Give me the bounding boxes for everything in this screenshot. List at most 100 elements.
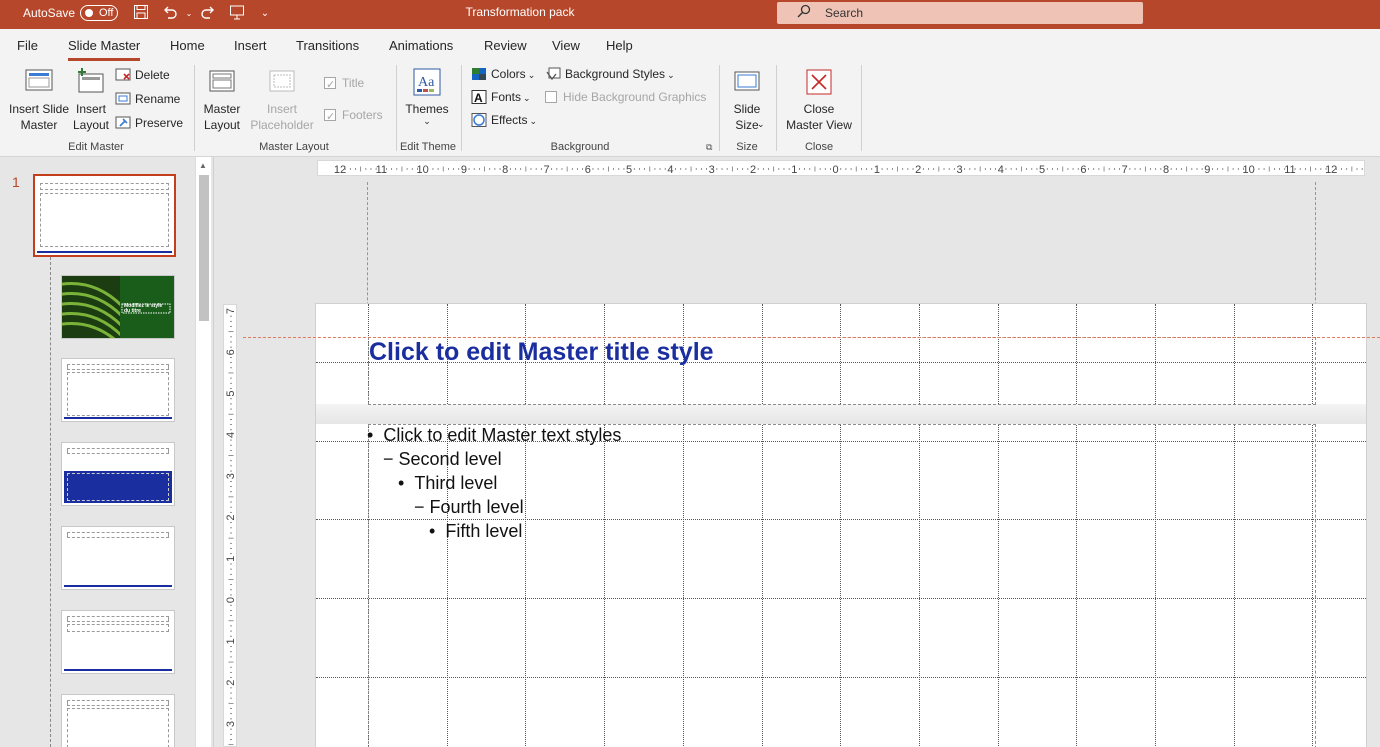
master-layout-button[interactable]: Master Layout (202, 67, 242, 133)
slide-canvas[interactable]: Click to edit Master title style • Click… (315, 303, 1367, 747)
body-placeholder[interactable]: • Click to edit Master text styles − Sec… (367, 424, 1316, 747)
thumbnail-title-box (67, 364, 169, 370)
body-level-2[interactable]: − Second level (383, 449, 502, 470)
title-checkbox-box (324, 75, 336, 95)
group-separator (461, 65, 462, 151)
fonts-button[interactable]: A Fonts ⌄ (471, 87, 531, 107)
scroll-up-icon[interactable]: ▲ (199, 161, 207, 170)
redo-icon[interactable] (198, 4, 218, 24)
thumbnail-slide-master[interactable] (33, 174, 176, 257)
thumbnail-layout-7[interactable] (61, 694, 175, 747)
title-placeholder-text[interactable]: Click to edit Master title style (369, 338, 714, 367)
chevron-down-icon: ⌄ (527, 70, 536, 80)
ruler-label: 7 (543, 164, 549, 176)
dialog-launcher-icon[interactable]: ⧉ (706, 142, 712, 153)
chevron-down-icon: ⌄ (523, 93, 531, 103)
undo-dropdown-icon[interactable]: ⌄ (179, 4, 199, 24)
autosave-toggle[interactable]: Off (80, 5, 118, 21)
body-level-1[interactable]: • Click to edit Master text styles (367, 425, 621, 446)
ribbon-tabs: File Slide Master Home Insert Transition… (0, 29, 1380, 61)
title-placeholder[interactable]: Click to edit Master title style (368, 337, 1316, 405)
effects-button[interactable]: Effects ⌄ (471, 110, 537, 130)
title-divider-band (316, 404, 1366, 424)
colors-icon (471, 67, 487, 81)
rename-button[interactable]: Rename (115, 89, 180, 109)
effects-label: Effects (491, 113, 528, 127)
footers-checkbox-box (324, 107, 336, 127)
close-icon (804, 67, 834, 97)
tab-review[interactable]: Review (484, 38, 527, 53)
thumbnail-footer-bar (37, 251, 172, 253)
tab-view[interactable]: View (552, 38, 580, 53)
master-layout-icon (207, 67, 237, 97)
ruler-label: 10 (1242, 164, 1254, 176)
thumbnail-title-box (40, 183, 169, 190)
thumbnails-scrollbar[interactable]: ▲ (195, 157, 211, 747)
group-separator (719, 65, 720, 151)
body-level-3[interactable]: • Third level (398, 473, 497, 494)
chevron-down-icon: ⌄ (529, 116, 538, 126)
footers-checkbox[interactable]: Footers (324, 105, 383, 127)
thumbnail-body-box (67, 473, 169, 501)
body-level-1-text: Click to edit Master text styles (383, 425, 622, 445)
body-level-5[interactable]: • Fifth level (429, 521, 522, 542)
master-layout-group-label: Master Layout (259, 141, 329, 153)
body-level-2-text: Second level (398, 449, 502, 469)
rename-label: Rename (135, 92, 181, 106)
title-checkbox[interactable]: Title (324, 73, 364, 95)
tab-slide-master[interactable]: Slide Master (68, 38, 141, 61)
present-icon[interactable] (227, 4, 247, 24)
tab-transitions[interactable]: Transitions (296, 38, 359, 53)
horizontal-ruler: 12 11 10 9 8 7 6 5 4 3 2 1 0 1 2 3 4 5 6 7 8 9 10 11 12 (317, 160, 1365, 176)
slide-editor: 12 11 10 9 8 7 6 5 4 3 2 1 0 1 2 3 4 5 6 7 8 9 10 11 12 76543210… (215, 157, 1380, 747)
tab-file[interactable]: File (17, 38, 38, 53)
thumbnail-layout-4[interactable] (61, 442, 175, 506)
delete-button[interactable]: Delete (115, 65, 170, 85)
ruler-label: 0 (833, 164, 839, 176)
body-level-4[interactable]: − Fourth level (414, 497, 524, 518)
tab-home[interactable]: Home (170, 38, 205, 53)
ruler-label: 1 (225, 556, 237, 562)
toggle-knob (85, 9, 93, 17)
ruler-label: 5 (1039, 164, 1045, 176)
thumbnail-layout-title[interactable]: Modifiez le style du titre (61, 275, 175, 339)
tab-animations[interactable]: Animations (389, 38, 453, 53)
insert-slide-master-button[interactable]: Insert Slide Master (8, 67, 70, 133)
ruler-label: 12 (334, 164, 346, 176)
ruler-label: 10 (416, 164, 428, 176)
ruler-label: 1 (791, 164, 797, 176)
insert-placeholder-button[interactable]: Insert Placeholder (244, 67, 320, 133)
body-level-4-text: Fourth level (429, 497, 524, 517)
bullet-glyph: − (414, 497, 425, 517)
tab-insert[interactable]: Insert (234, 38, 267, 53)
thumbnail-layout-6[interactable] (61, 610, 175, 674)
save-icon[interactable] (131, 4, 151, 24)
ruler-label: 3 (956, 164, 962, 176)
close-master-view-button[interactable]: Close Master View (782, 67, 856, 133)
guide-horizontal (243, 337, 1380, 338)
hide-background-graphics-label: Hide Background Graphics (563, 90, 707, 104)
ruler-label: 1 (874, 164, 880, 176)
ruler-label: 2 (915, 164, 921, 176)
customize-toolbar-icon[interactable]: ⌄ (255, 4, 275, 24)
title-bar: AutoSave Off ⌄ ⌄ Transformation pack Sea… (0, 0, 1380, 29)
hide-background-graphics-checkbox[interactable]: Hide Background Graphics (545, 87, 706, 107)
search-icon (797, 4, 811, 21)
themes-button[interactable]: Aa Themes ⌄ (403, 67, 451, 126)
search-box[interactable]: Search (777, 2, 1143, 24)
size-group-label: Size (736, 141, 758, 153)
tab-help[interactable]: Help (606, 38, 633, 53)
scrollbar-thumb[interactable] (199, 175, 209, 321)
insert-layout-button[interactable]: Insert Layout (72, 67, 110, 133)
undo-icon[interactable] (160, 4, 180, 24)
colors-button[interactable]: Colors ⌄ (471, 64, 535, 84)
thumbnail-layout-5[interactable] (61, 526, 175, 590)
fonts-label: Fonts (491, 90, 522, 104)
close-master-view-label: Close Master View (786, 102, 852, 132)
group-separator (861, 65, 862, 151)
preserve-button[interactable]: Preserve (115, 113, 183, 133)
ribbon: Insert Slide Master Insert Layout Delete… (0, 61, 1380, 157)
background-styles-button[interactable]: Background Styles ⌄ (545, 64, 675, 84)
background-group-label: Background (550, 141, 610, 153)
thumbnail-layout-3[interactable] (61, 358, 175, 422)
